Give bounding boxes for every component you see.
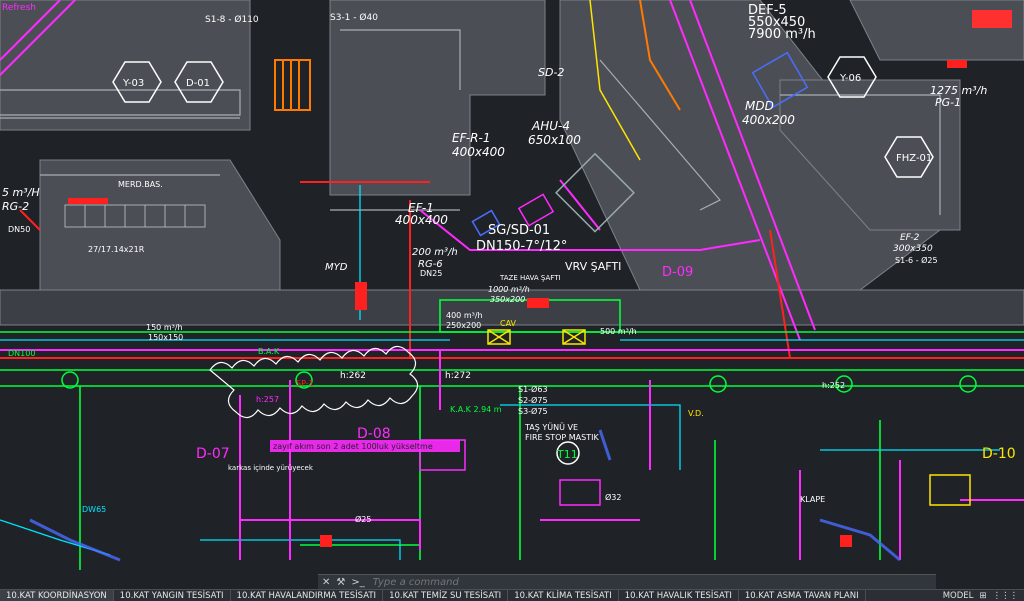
command-line[interactable]: ✕ ⚒ >_: [318, 574, 936, 589]
label-klape: KLAPE: [800, 495, 825, 504]
label-flow200: 200 m³/h: [412, 247, 458, 258]
label-sgsd: SG/SD-01: [488, 223, 550, 238]
label-d10: D-10: [982, 446, 1016, 462]
label-y06: Y-06: [839, 73, 861, 84]
label-size250: 250x200: [446, 321, 481, 330]
label-s18: S1-8 - Ø110: [205, 14, 259, 25]
label-taze: TAZE HAVA ŞAFTI: [499, 274, 561, 282]
label-s3-75: S3-Ø75: [518, 406, 548, 416]
snap-icon[interactable]: ⋮⋮⋮: [993, 591, 1019, 601]
drawing-canvas[interactable]: Refresh S1-8 - Ø110 S3-1 - Ø40 Y-03 D-01…: [0, 0, 1024, 574]
label-mdd: MDD: [745, 99, 774, 113]
tab-havalik[interactable]: 10.KAT HAVALIK TESİSATI: [619, 590, 739, 601]
label-pg1: PG-1: [935, 96, 961, 109]
label-size150: 150x150: [148, 333, 183, 342]
label-s2-75: S2-Ø75: [518, 395, 548, 405]
label-s1-63: S1-Ø63: [518, 384, 548, 394]
label-tas-yunu: TAŞ YÜNÜ VE: [524, 422, 578, 432]
command-input[interactable]: [370, 575, 895, 589]
label-zayif: zayıf akım son 2 adet 100luk yükseltme: [273, 442, 433, 451]
label-o25: Ø25: [355, 514, 371, 524]
label-flow5: 5 m³/H: [2, 186, 40, 199]
label-vd: V.D.: [688, 409, 704, 418]
label-vrv: VRV ŞAFTI: [565, 260, 621, 273]
label-d07: D-07: [196, 446, 230, 462]
label-ahu4: AHU-4: [531, 119, 570, 133]
label-t11: T11: [556, 448, 578, 461]
tab-asma-tavan[interactable]: 10.KAT ASMA TAVAN PLANI: [739, 590, 866, 601]
label-fire-stop: FIRE STOP MASTIK: [525, 433, 599, 442]
label-h272: h:272: [445, 371, 471, 381]
tab-klima[interactable]: 10.KAT KLİMA TESİSATI: [508, 590, 619, 601]
label-dn50: DN50: [8, 225, 30, 234]
label-efr1: EF-R-1: [452, 131, 490, 145]
label-ef2-size: 300x350: [893, 244, 933, 254]
label-flow1000: 1000 m³/h: [488, 285, 530, 294]
label-s16: S1-6 - Ø25: [895, 255, 938, 265]
label-size350: 350x200: [490, 295, 525, 304]
cad-application: Refresh S1-8 - Ø110 S3-1 - Ø40 Y-03 D-01…: [0, 0, 1024, 601]
label-dn25: DN25: [420, 269, 442, 278]
close-icon[interactable]: ✕: [322, 577, 330, 588]
label-d08: D-08: [357, 426, 391, 442]
label-flow150: 150 m³/h: [146, 323, 183, 332]
label-ef2: EF-2: [900, 233, 920, 243]
tab-yangin[interactable]: 10.KAT YANGIN TESİSATI: [114, 590, 231, 601]
label-y03: Y-03: [122, 78, 144, 89]
label-dn150: DN150-7°/12°: [476, 239, 567, 254]
label-flow500: 500 m³/h: [600, 327, 637, 336]
label-stair: 27/17.14x21R: [88, 245, 145, 254]
label-karkas: karkas içinde yürüyecek: [228, 464, 314, 472]
label-h252: h:252: [822, 381, 845, 390]
prompt-icon: >_: [351, 576, 365, 588]
label-flow400: 400 m³/h: [446, 311, 483, 320]
tab-koordinasyon[interactable]: 10.KAT KOORDİNASYON: [0, 590, 114, 601]
label-ef1-size: 400x400: [395, 213, 448, 227]
label-s31: S3-1 - Ø40: [330, 12, 378, 23]
label-efr1-size: 400x400: [452, 145, 505, 159]
label-kak: K.A.K 2.94 m: [450, 405, 502, 414]
label-fhz01: FHZ-01: [896, 153, 932, 164]
label-def-flow: 7900 m³/h: [748, 27, 816, 42]
label-h262: h:262: [340, 371, 366, 381]
model-button[interactable]: MODEL: [943, 591, 974, 601]
label-top-left: Refresh: [2, 3, 36, 13]
label-merd: MERD.BAS.: [118, 180, 163, 189]
label-sp1: SP-1: [296, 379, 314, 388]
label-rg2: RG-2: [2, 200, 29, 213]
grid-icon[interactable]: ⊞: [979, 591, 986, 601]
label-size400: 400x200: [742, 113, 795, 127]
tab-havalandirma[interactable]: 10.KAT HAVALANDIRMA TESİSATI: [231, 590, 384, 601]
label-myd: MYD: [325, 262, 348, 273]
label-d09: D-09: [662, 265, 693, 280]
label-dw65: DW65: [82, 505, 106, 514]
tab-temiz-su[interactable]: 10.KAT TEMİZ SU TESİSATI: [383, 590, 509, 601]
label-bak: B.A.K: [258, 347, 280, 356]
label-sd2: SD-2: [538, 66, 564, 79]
label-h257: h:257: [256, 395, 279, 404]
label-ahu-size: 650x100: [528, 133, 581, 147]
label-d01: D-01: [186, 78, 210, 89]
label-cav: CAV: [500, 319, 517, 328]
label-o32: Ø32: [605, 492, 621, 502]
label-dn100: DN100: [8, 349, 35, 358]
layout-tabs: 10.KAT KOORDİNASYON 10.KAT YANGIN TESİSA…: [0, 589, 1024, 601]
drawing-svg[interactable]: Refresh S1-8 - Ø110 S3-1 - Ø40 Y-03 D-01…: [0, 0, 1024, 574]
status-bar: MODEL ⊞ ⋮⋮⋮: [943, 591, 1024, 601]
wrench-icon[interactable]: ⚒: [336, 577, 345, 588]
